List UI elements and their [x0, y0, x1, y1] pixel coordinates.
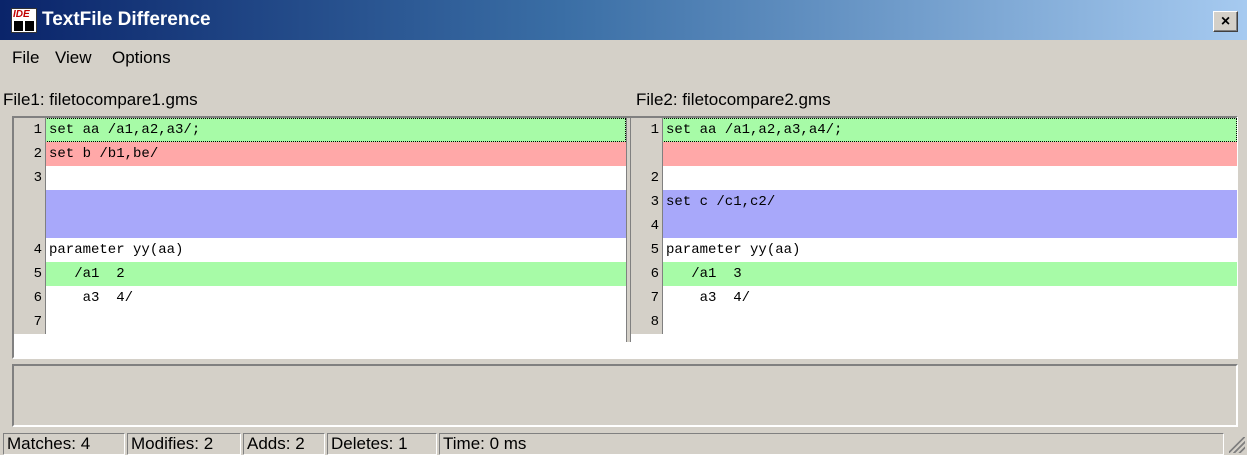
line-text: [46, 214, 626, 238]
line-text: /a1 2: [49, 266, 125, 282]
line-number: 3: [14, 166, 46, 190]
right-diff-line[interactable]: 7 a3 4/: [631, 286, 1237, 310]
left-file-pane[interactable]: 1 set aa /a1,a2,a3/; 2 set b /b1,be/3 4 param…: [14, 118, 626, 342]
right-diff-line[interactable]: 1 set aa /a1,a2,a3,a4/;: [631, 118, 1237, 142]
right-diff-line[interactable]: 4: [631, 214, 1237, 238]
line-number: 7: [631, 286, 663, 310]
line-text: set aa /a1,a2,a3/;: [49, 122, 201, 138]
line-number: 8: [631, 310, 663, 334]
right-diff-line[interactable]: 3 set c /c1,c2/: [631, 190, 1237, 214]
right-diff-line[interactable]: 2: [631, 166, 1237, 190]
line-text: [663, 142, 1237, 166]
line-number: 5: [14, 262, 46, 286]
menu-options[interactable]: Options: [112, 48, 171, 68]
left-diff-line[interactable]: 3: [14, 166, 626, 190]
line-text: a3 4/: [666, 290, 751, 306]
right-diff-line[interactable]: 5 parameter yy(aa): [631, 238, 1237, 262]
detail-panel: [12, 364, 1238, 427]
resize-grip-icon[interactable]: [1229, 437, 1245, 453]
right-diff-line[interactable]: [631, 142, 1237, 166]
app-icon-text: IDE: [13, 9, 30, 20]
close-button[interactable]: ×: [1213, 11, 1238, 32]
left-diff-line[interactable]: [14, 190, 626, 214]
line-number: 1: [631, 118, 663, 142]
status-bar: Matches: 4 Modifies: 2 Adds: 2 Deletes: …: [0, 430, 1247, 455]
line-text: [663, 166, 1237, 190]
file2-label: File2: filetocompare2.gms: [636, 90, 831, 109]
line-number: 7: [14, 310, 46, 334]
menu-bar: File View Options: [0, 43, 600, 73]
app-icon-grid: [14, 21, 34, 31]
menu-view[interactable]: View: [55, 48, 92, 68]
app-icon[interactable]: IDE: [11, 8, 37, 33]
left-diff-line[interactable]: [14, 214, 626, 238]
line-text: parameter yy(aa): [49, 242, 184, 258]
line-number: 4: [14, 238, 46, 262]
menu-file[interactable]: File: [12, 48, 39, 68]
line-number: 3: [631, 190, 663, 214]
line-number: 2: [14, 142, 46, 166]
left-diff-line[interactable]: 7: [14, 310, 626, 334]
window-title: TextFile Difference: [42, 9, 211, 30]
right-diff-line[interactable]: 6 /a1 3: [631, 262, 1237, 286]
line-number: 6: [631, 262, 663, 286]
title-bar[interactable]: IDE TextFile Difference ×: [0, 0, 1247, 40]
line-text: /a1 3: [666, 266, 742, 282]
line-text: [663, 214, 1237, 238]
right-diff-line[interactable]: 8: [631, 310, 1237, 334]
file1-label: File1: filetocompare1.gms: [3, 90, 198, 109]
line-text: [46, 190, 626, 214]
status-adds: Adds: 2: [243, 433, 325, 455]
line-number: [631, 142, 663, 166]
line-text: [46, 310, 626, 334]
line-text: a3 4/: [49, 290, 134, 306]
line-number: [14, 190, 46, 214]
line-number: 1: [14, 118, 46, 142]
line-number: 5: [631, 238, 663, 262]
left-diff-line[interactable]: 2 set b /b1,be/: [14, 142, 626, 166]
left-diff-line[interactable]: 5 /a1 2: [14, 262, 626, 286]
status-time: Time: 0 ms: [439, 433, 1224, 455]
line-number: 2: [631, 166, 663, 190]
right-file-pane[interactable]: 1 set aa /a1,a2,a3,a4/; 2 3 set c /c1,c2/4 5 p…: [631, 118, 1237, 342]
status-deletes: Deletes: 1: [327, 433, 437, 455]
line-number: [14, 214, 46, 238]
left-diff-line[interactable]: 4 parameter yy(aa): [14, 238, 626, 262]
left-diff-line[interactable]: 1 set aa /a1,a2,a3/;: [14, 118, 626, 142]
line-text: set aa /a1,a2,a3,a4/;: [666, 122, 843, 138]
line-number: 6: [14, 286, 46, 310]
line-text: [663, 310, 1237, 334]
line-text: set b /b1,be/: [49, 146, 159, 162]
line-text: [46, 166, 626, 190]
diff-view[interactable]: 1 set aa /a1,a2,a3/; 2 set b /b1,be/3 4 param…: [12, 116, 1238, 359]
left-diff-line[interactable]: 6 a3 4/: [14, 286, 626, 310]
status-matches: Matches: 4: [3, 433, 125, 455]
line-text: set c /c1,c2/: [666, 194, 776, 210]
line-text: parameter yy(aa): [666, 242, 801, 258]
status-modifies: Modifies: 2: [127, 433, 241, 455]
line-number: 4: [631, 214, 663, 238]
